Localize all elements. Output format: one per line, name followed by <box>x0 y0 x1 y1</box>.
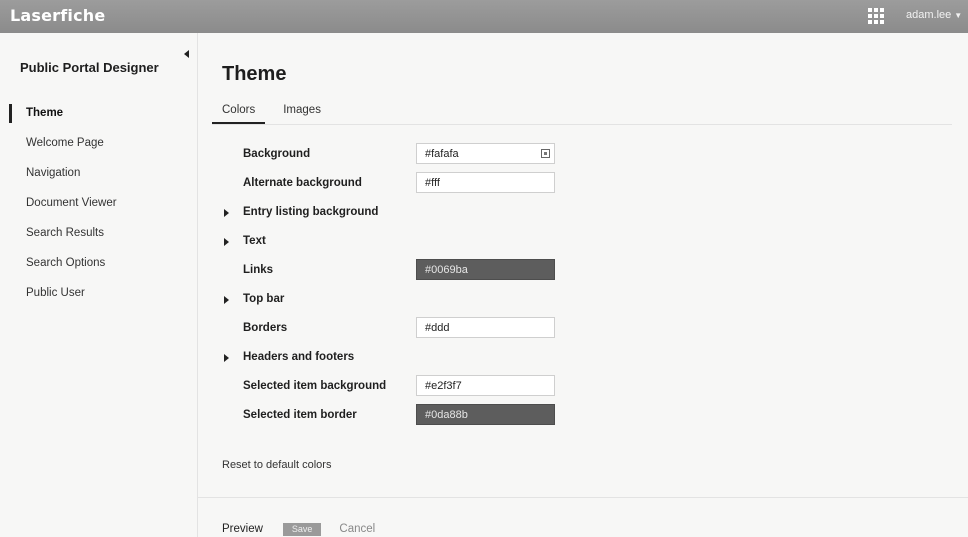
setting-entry-listing-background[interactable]: Entry listing background <box>198 199 968 228</box>
selected-item-background-color-input[interactable] <box>416 375 555 396</box>
preview-button[interactable]: Preview <box>222 523 263 535</box>
selected-item-border-color-input[interactable] <box>416 404 555 425</box>
borders-label: Borders <box>243 322 288 334</box>
user-menu[interactable]: adam.lee ▼ <box>906 9 962 21</box>
sidebar-item-theme[interactable]: Theme <box>0 98 196 128</box>
top-bar: Laserfiche adam.lee ▼ <box>0 0 968 33</box>
caret-down-icon: ▼ <box>954 11 963 20</box>
sidebar-item-welcome-page[interactable]: Welcome Page <box>0 128 196 158</box>
sidebar-item-search-results[interactable]: Search Results <box>0 218 196 248</box>
sidebar-nav: Theme Welcome Page Navigation Document V… <box>0 98 196 308</box>
background-color-input[interactable] <box>416 143 555 164</box>
headers-and-footers-label[interactable]: Headers and footers <box>243 351 354 363</box>
save-button[interactable]: Save <box>282 522 322 536</box>
entry-listing-background-label[interactable]: Entry listing background <box>243 206 378 218</box>
sidebar-title: Public Portal Designer <box>20 60 159 75</box>
links-label: Links <box>243 264 274 276</box>
footer-actions: Preview Save Cancel <box>222 521 375 537</box>
expand-arrow-icon[interactable] <box>224 209 229 217</box>
sidebar-item-navigation[interactable]: Navigation <box>0 158 196 188</box>
setting-top-bar[interactable]: Top bar <box>198 286 968 315</box>
tab-colors[interactable]: Colors <box>212 99 266 125</box>
color-settings: Background Alternate background Entry li… <box>198 141 968 431</box>
setting-text[interactable]: Text <box>198 228 968 257</box>
user-name: adam.lee <box>906 9 952 21</box>
tabs-divider <box>212 124 952 125</box>
background-label: Background <box>243 148 311 160</box>
expand-arrow-icon[interactable] <box>224 296 229 304</box>
setting-background: Background <box>198 141 968 170</box>
collapse-left-arrow-icon[interactable] <box>184 50 190 58</box>
expand-arrow-icon[interactable] <box>224 354 229 362</box>
sidebar: Public Portal Designer Theme Welcome Pag… <box>0 33 196 537</box>
setting-selected-item-background: Selected item background <box>198 373 968 402</box>
alternate-background-label: Alternate background <box>243 177 362 189</box>
footer-divider <box>198 497 968 498</box>
setting-alternate-background: Alternate background <box>198 170 968 199</box>
setting-borders: Borders <box>198 315 968 344</box>
apps-grid-icon[interactable] <box>868 8 884 24</box>
sidebar-item-public-user[interactable]: Public User <box>0 278 196 308</box>
reset-default-colors-link[interactable]: Reset to default colors <box>222 459 331 471</box>
selected-item-background-label: Selected item background <box>243 380 387 392</box>
page-title: Theme <box>222 63 287 85</box>
sidebar-item-search-options[interactable]: Search Options <box>0 248 196 278</box>
tab-images[interactable]: Images <box>273 99 331 125</box>
color-picker-icon[interactable] <box>541 149 550 158</box>
cancel-button[interactable]: Cancel <box>339 523 375 535</box>
text-label[interactable]: Text <box>243 235 266 247</box>
expand-arrow-icon[interactable] <box>224 238 229 246</box>
setting-headers-and-footers[interactable]: Headers and footers <box>198 344 968 373</box>
tab-bar: Colors Images <box>212 99 339 125</box>
app-logo[interactable]: Laserfiche <box>10 6 105 25</box>
top-bar-label[interactable]: Top bar <box>243 293 284 305</box>
links-color-input[interactable] <box>416 259 555 280</box>
selected-item-border-label: Selected item border <box>243 409 357 421</box>
main-content: Theme Colors Images Background Alternate… <box>197 33 968 537</box>
borders-color-input[interactable] <box>416 317 555 338</box>
setting-links: Links <box>198 257 968 286</box>
sidebar-item-document-viewer[interactable]: Document Viewer <box>0 188 196 218</box>
alternate-background-color-input[interactable] <box>416 172 555 193</box>
setting-selected-item-border: Selected item border <box>198 402 968 431</box>
